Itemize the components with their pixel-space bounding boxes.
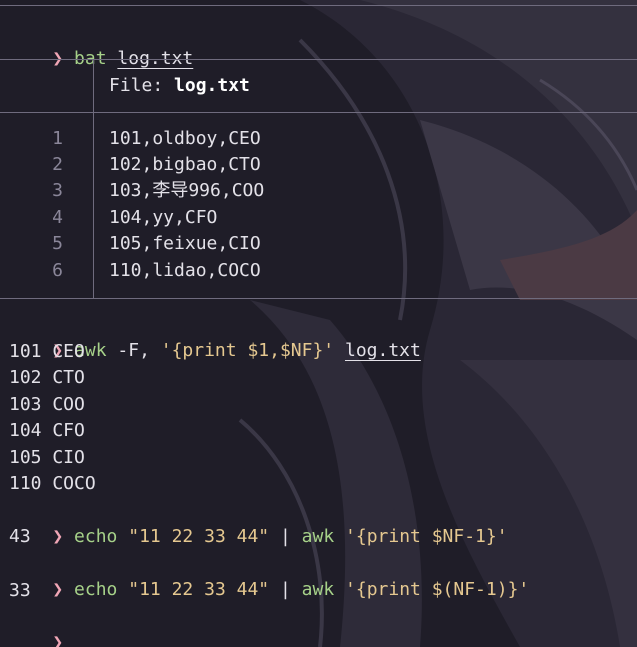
echo-string: "11 22 33 44" <box>128 526 270 547</box>
command-name: awk <box>301 526 335 547</box>
file-line: 110,lidao,COCO <box>109 260 261 281</box>
command-line-echo-2: ❯ echo "11 22 33 44" | awk '{print $(NF-… <box>9 551 529 600</box>
bat-bottom-rule <box>0 298 637 299</box>
pipe-operator: | <box>269 526 302 547</box>
awk-program: '{print $NF-1}' <box>345 526 508 547</box>
line-number: 6 <box>52 260 63 281</box>
file-line: 105,feixue,CIO <box>109 233 261 254</box>
prompt-icon: ❯ <box>52 632 64 647</box>
bat-file-header: File: log.txt <box>109 75 250 96</box>
bat-file-name: log.txt <box>174 75 250 96</box>
line-number: 5 <box>52 233 63 254</box>
command-line-echo-1: ❯ echo "11 22 33 44" | awk '{print $NF-1… <box>9 498 507 547</box>
output-line: 43 <box>9 526 31 547</box>
output-line: 104 CFO <box>9 420 85 441</box>
bat-body-gutter-rule <box>93 112 94 298</box>
output-line: 103 COO <box>9 394 85 415</box>
output-line: 110 COCO <box>9 473 96 494</box>
file-line: 102,bigbao,CTO <box>109 154 261 175</box>
output-line: 33 <box>9 580 31 601</box>
command-name: echo <box>74 579 118 600</box>
file-line: 103,李导996,COO <box>109 180 265 201</box>
line-number: 1 <box>52 128 63 149</box>
bat-header-rule <box>0 112 637 113</box>
awk-program: '{print $1,$NF}' <box>160 340 335 361</box>
awk-program: '{print $(NF-1)}' <box>345 579 530 600</box>
output-line: 105 CIO <box>9 447 85 468</box>
terminal-window: ❯ bat log.txt File: log.txt 1 101,oldboy… <box>0 0 637 647</box>
echo-string: "11 22 33 44" <box>128 579 270 600</box>
pipe-operator: | <box>269 579 302 600</box>
output-line: 101 CEO <box>9 341 85 362</box>
top-divider <box>0 5 637 6</box>
bat-top-rule <box>0 59 637 60</box>
line-number: 3 <box>52 180 63 201</box>
file-line: 101,oldboy,CEO <box>109 128 261 149</box>
line-number: 4 <box>52 207 63 228</box>
command-name: echo <box>74 526 118 547</box>
input-prompt-line[interactable]: ❯ <box>9 604 63 647</box>
command-line-awk: ❯ awk -F, '{print $1,$NF}' log.txt <box>52 340 421 361</box>
bat-header-gutter-rule <box>93 59 94 112</box>
file-line: 104,yy,CFO <box>109 207 218 228</box>
prompt-icon: ❯ <box>52 579 64 600</box>
line-number: 2 <box>52 154 63 175</box>
file-path: log.txt <box>344 340 421 361</box>
output-line: 102 CTO <box>9 367 85 388</box>
prompt-icon: ❯ <box>52 526 64 547</box>
command-line-bat: ❯ bat log.txt <box>9 20 193 69</box>
command-name: awk <box>301 579 335 600</box>
